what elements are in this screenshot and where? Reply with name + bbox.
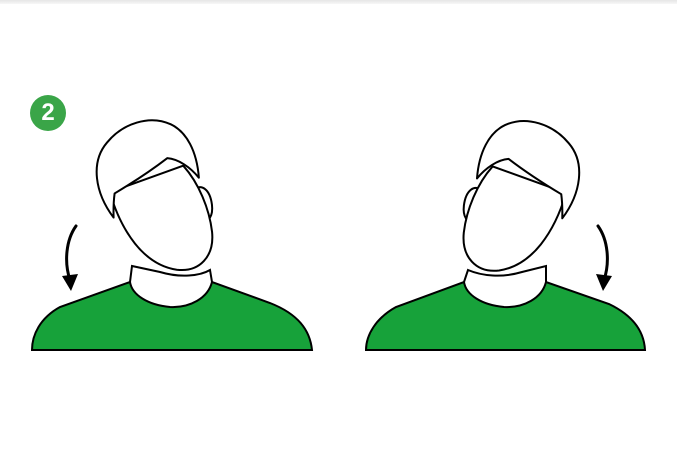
curved-arrow-down-icon <box>596 224 612 291</box>
neck-stretch-figure-left <box>30 0 320 360</box>
neck-stretch-figure-right <box>364 0 654 360</box>
curved-arrow-down-icon <box>62 224 78 291</box>
